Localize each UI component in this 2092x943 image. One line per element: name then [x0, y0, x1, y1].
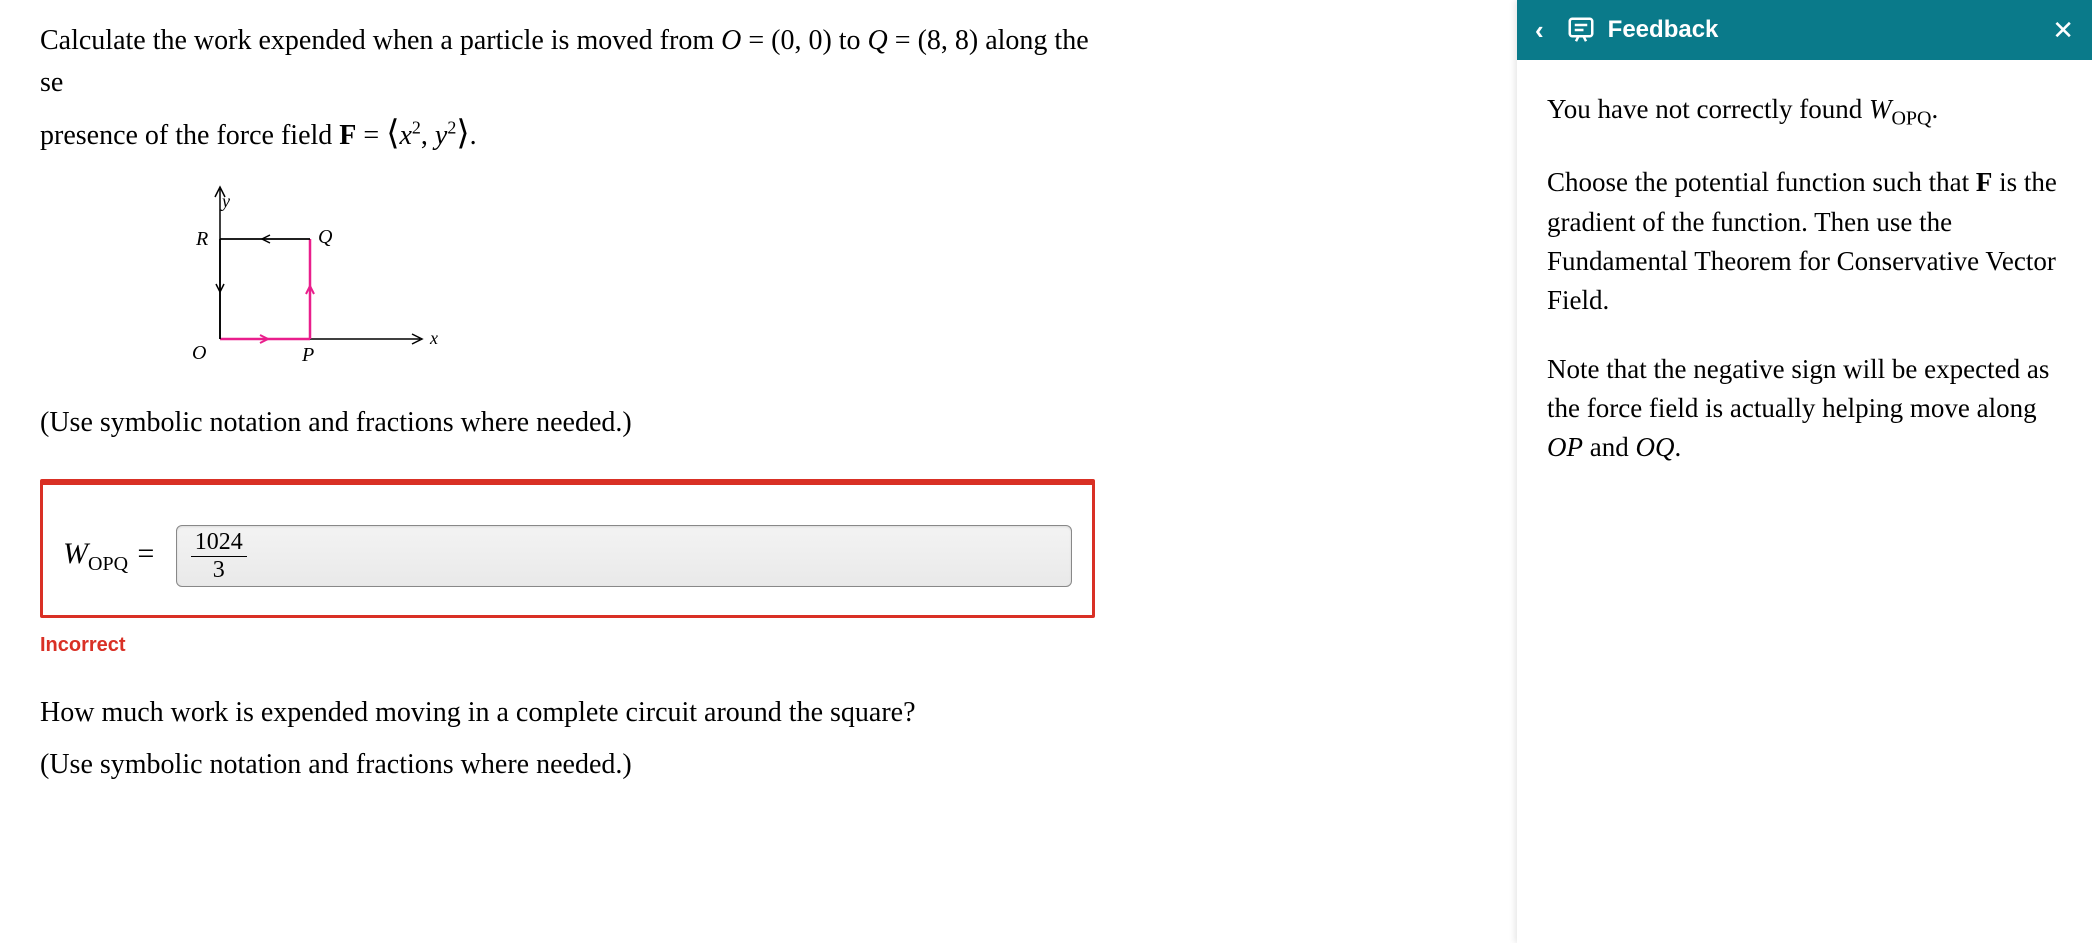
answer-input[interactable]: 1024 3 — [176, 525, 1072, 587]
sup-2b: 2 — [447, 118, 456, 138]
fb-p3-end: . — [1674, 432, 1681, 462]
answer-label: WOPQ = — [63, 537, 156, 576]
axis-y-label: y — [220, 191, 230, 211]
period: . — [470, 120, 477, 151]
angle-open: ⟨ — [386, 115, 399, 152]
main-content: Calculate the work expended when a parti… — [40, 20, 1100, 801]
question-2: How much work is expended moving in a co… — [40, 697, 1100, 781]
fb-p3-and: and — [1583, 432, 1635, 462]
var-O: O — [721, 25, 741, 56]
axis-x-label: x — [429, 328, 438, 348]
prompt-line-2: presence of the force field F = ⟨x2, y2⟩… — [40, 108, 1100, 159]
chevron-left-icon[interactable]: ‹ — [1535, 15, 1544, 46]
prompt-text: Calculate the work expended when a parti… — [40, 25, 721, 56]
prompt-line-1: Calculate the work expended when a parti… — [40, 20, 1100, 104]
vec-comma: , — [421, 120, 435, 151]
q2-line2: (Use symbolic notation and fractions whe… — [40, 749, 1100, 781]
point-R: R — [195, 228, 208, 250]
feedback-header: ‹ Feedback ✕ — [1517, 0, 2092, 60]
feedback-p3: Note that the negative sign will be expe… — [1547, 350, 2062, 467]
var-y: y — [435, 120, 447, 151]
point-O: O — [192, 342, 206, 364]
fb-p2-a: Choose the potential function such that — [1547, 167, 1976, 197]
fb-p3-OQ: OQ — [1635, 432, 1674, 462]
sup-2a: 2 — [412, 118, 421, 138]
answer-box: WOPQ = 1024 3 — [40, 479, 1095, 618]
fb-p2-F: F — [1976, 167, 1993, 197]
angle-close: ⟩ — [456, 115, 469, 152]
answer-den: 3 — [209, 557, 229, 583]
answer-num: 1024 — [191, 529, 247, 556]
incorrect-label: Incorrect — [40, 634, 1100, 657]
feedback-icon — [1566, 15, 1596, 45]
instruction-1: (Use symbolic notation and fractions whe… — [40, 407, 1100, 439]
label-sub: OPQ — [88, 553, 128, 575]
answer-fraction: 1024 3 — [191, 529, 247, 583]
fb-p1-sub: OPQ — [1891, 107, 1931, 129]
prompt-text2: presence of the force field — [40, 120, 339, 151]
var-F: F — [339, 120, 356, 151]
label-W: W — [63, 537, 88, 570]
prompt-eq1: = (0, 0) to — [741, 25, 867, 56]
point-Q: Q — [318, 226, 333, 248]
label-eq: = — [128, 537, 156, 570]
fb-p1-end: . — [1931, 94, 1938, 124]
feedback-p1: You have not correctly found WOPQ. — [1547, 90, 2062, 133]
fb-p1-a: You have not correctly found — [1547, 94, 1869, 124]
q2-line1: How much work is expended moving in a co… — [40, 697, 1100, 729]
close-icon[interactable]: ✕ — [2052, 15, 2074, 46]
fb-p3-OP: OP — [1547, 432, 1583, 462]
feedback-p2: Choose the potential function such that … — [1547, 163, 2062, 320]
fb-p3-a: Note that the negative sign will be expe… — [1547, 354, 2049, 423]
feedback-title: Feedback — [1608, 16, 2053, 44]
fb-p1-W: W — [1869, 94, 1892, 124]
feedback-body: You have not correctly found WOPQ. Choos… — [1517, 60, 2092, 527]
var-Q: Q — [868, 25, 888, 56]
path-graph: y x R Q O P — [140, 179, 1100, 387]
feedback-panel: ‹ Feedback ✕ You have not correctly foun… — [1517, 0, 2092, 943]
prompt-eq3: = — [356, 120, 386, 151]
point-P: P — [301, 344, 314, 366]
var-x: x — [399, 120, 411, 151]
